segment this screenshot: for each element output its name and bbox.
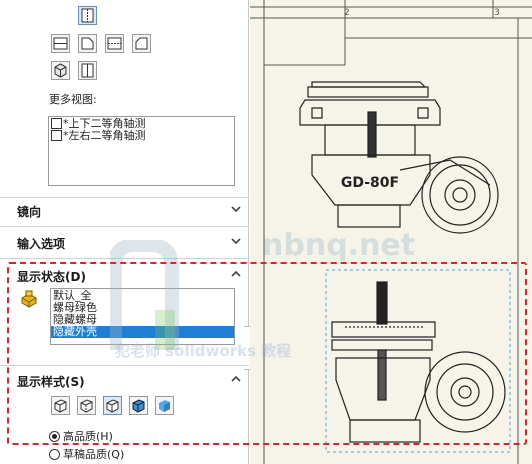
view-isometric-button[interactable] xyxy=(51,61,70,80)
front-view-icon xyxy=(81,8,94,23)
radio-icon[interactable] xyxy=(49,449,60,460)
top-view-icon xyxy=(53,37,68,50)
more-views-list[interactable]: *上下二等角轴测 *左右二等角轴测 xyxy=(48,116,235,186)
left-view-icon xyxy=(135,37,148,50)
view-back-button[interactable] xyxy=(78,61,97,80)
quality-option[interactable]: 草稿品质(Q) xyxy=(49,446,124,462)
section-mirror[interactable]: 镜向 xyxy=(0,198,249,222)
section-title: 镜向 xyxy=(17,205,42,219)
right-view-icon xyxy=(81,37,94,50)
back-view-icon xyxy=(81,63,94,78)
caster-side-view xyxy=(299,81,499,234)
section-title: 输入选项 xyxy=(17,237,66,251)
chevron-down-icon[interactable] xyxy=(229,202,243,216)
view-right-button[interactable] xyxy=(78,34,97,53)
view-bottom-button[interactable] xyxy=(105,34,124,53)
view-top-button[interactable] xyxy=(51,34,70,53)
zone-number: 2 xyxy=(344,8,350,18)
section-divider xyxy=(0,226,249,227)
more-view-item[interactable]: *左右二等角轴测 xyxy=(49,130,234,142)
view-left-button[interactable] xyxy=(132,34,151,53)
bottom-view-icon xyxy=(107,37,122,50)
more-views-label: 更多视图: xyxy=(49,93,97,106)
isometric-view-icon xyxy=(54,63,67,78)
annotation-highlight-box xyxy=(7,262,527,445)
checkbox-icon[interactable] xyxy=(51,118,62,129)
part-label: GD-80F xyxy=(341,175,399,191)
view-front-button[interactable] xyxy=(78,6,97,25)
checkbox-icon[interactable] xyxy=(51,130,62,141)
chevron-down-icon[interactable] xyxy=(229,234,243,248)
zone-number: 3 xyxy=(494,8,500,18)
